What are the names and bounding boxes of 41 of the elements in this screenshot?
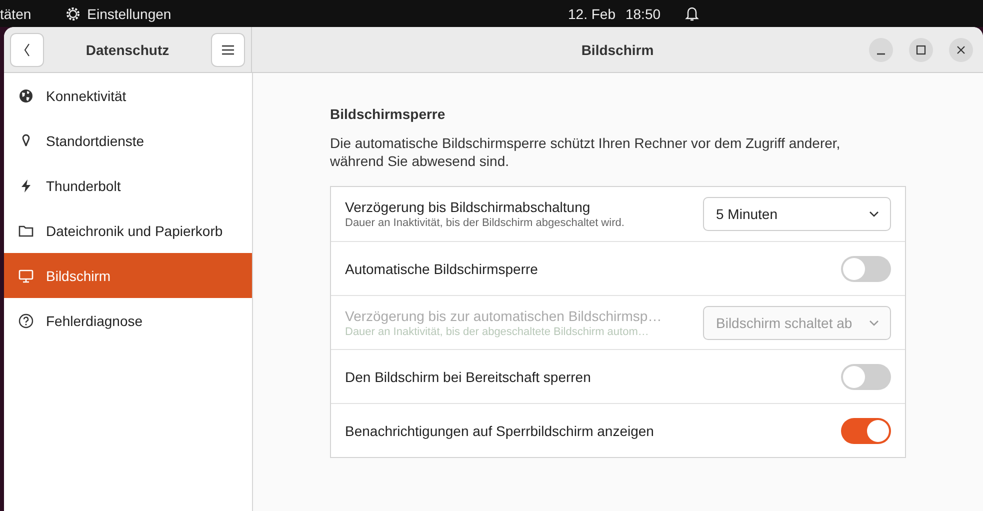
chevron-icon bbox=[868, 318, 880, 326]
maximize-icon bbox=[916, 45, 926, 55]
window-title: Bildschirm bbox=[581, 42, 654, 58]
setting-title: Verzögerung bis Bildschirmabschaltung bbox=[345, 199, 592, 215]
sidebar-item[interactable]: Fehlerdiagnose bbox=[4, 298, 252, 343]
sidebar-title: Datenschutz bbox=[86, 42, 170, 58]
app-menu-label[interactable]: Einstellungen bbox=[87, 6, 172, 22]
section-description: Die automatische Bildschirmsperre schützt Ihren Rechner vor dem Zugriff anderer, während Sie abwesend sind. bbox=[330, 134, 842, 170]
date-label[interactable]: 12. Feb bbox=[568, 6, 616, 22]
toggle-switch[interactable] bbox=[841, 364, 891, 390]
setting-subtitle: Dauer an Inaktivität, bis der Bildschirm abgeschaltet wird. bbox=[345, 217, 624, 229]
setting-title: Automatische Bildschirmsperre bbox=[345, 260, 538, 276]
sidebar-item[interactable]: Bildschirm bbox=[4, 253, 252, 298]
minimize-icon bbox=[877, 53, 885, 55]
dropdown[interactable]: 5 Minuten bbox=[703, 197, 891, 231]
toggle-switch[interactable] bbox=[841, 418, 891, 444]
bell-icon[interactable] bbox=[684, 6, 699, 22]
setting-title: Verzögerung bis zur automatischen Bildschirmsp… bbox=[345, 308, 662, 324]
sidebar-item[interactable]: Konnektivität bbox=[4, 73, 252, 118]
setting-title: Den Bildschirm bei Bereitschaft sperren bbox=[345, 368, 591, 384]
chevron-left-icon bbox=[23, 42, 31, 56]
time-label[interactable]: 18:50 bbox=[625, 6, 661, 22]
activities-label[interactable]: täten bbox=[0, 6, 32, 22]
section-title: Bildschirmsperre bbox=[330, 106, 446, 122]
globe-icon bbox=[18, 88, 34, 104]
menu-button[interactable] bbox=[210, 32, 245, 66]
help-icon bbox=[18, 312, 34, 328]
gear-icon bbox=[65, 6, 82, 22]
sidebar-item[interactable]: Thunderbolt bbox=[4, 163, 252, 208]
toggle-switch[interactable] bbox=[841, 256, 891, 282]
maximize-button[interactable] bbox=[909, 38, 933, 62]
chevron-icon bbox=[868, 210, 880, 218]
sidebar-item[interactable]: Standortdienste bbox=[4, 118, 252, 163]
close-button[interactable] bbox=[949, 38, 973, 62]
setting-subtitle: Dauer an Inaktivität, bis der abgeschaltete Bildschirm autom… bbox=[345, 326, 650, 338]
monitor-icon bbox=[18, 268, 34, 284]
minimize-button[interactable] bbox=[869, 38, 893, 62]
close-icon bbox=[956, 45, 966, 55]
menu-icon bbox=[222, 44, 234, 54]
sidebar-item[interactable]: Dateichronik und Papierkorb bbox=[4, 208, 252, 253]
setting-title: Benachrichtigungen auf Sperrbildschirm anzeigen bbox=[345, 422, 654, 438]
